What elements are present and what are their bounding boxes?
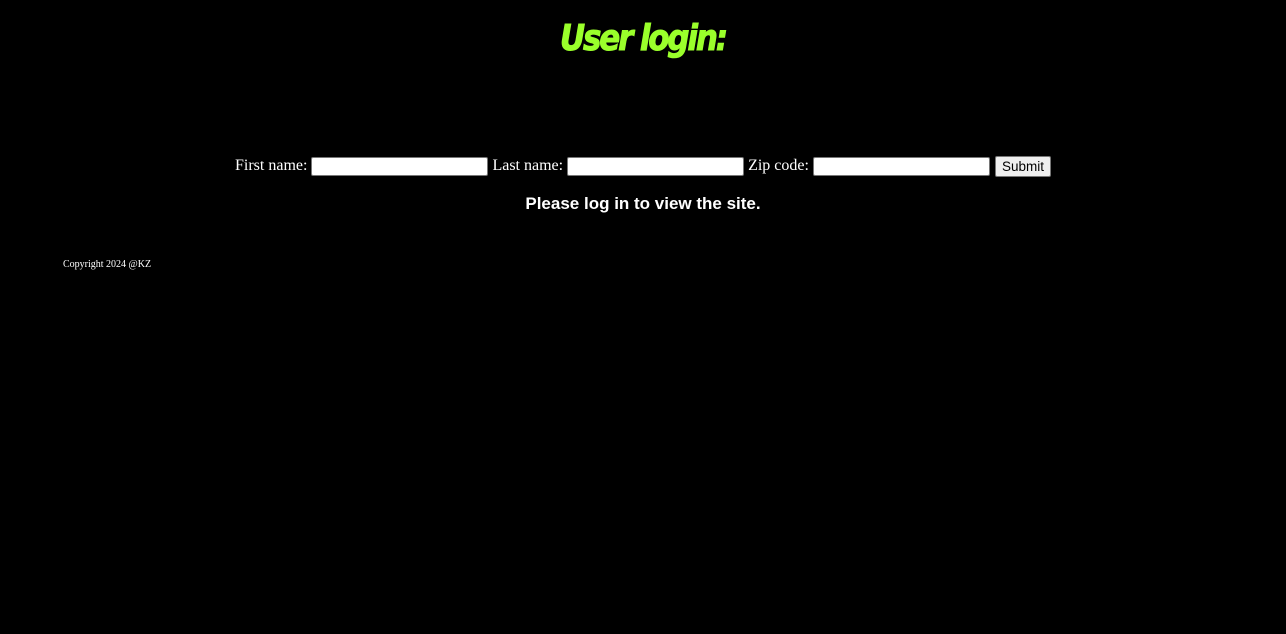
- submit-button[interactable]: Submit: [994, 155, 1051, 177]
- page-title: User login:: [559, 18, 729, 60]
- first-name-input[interactable]: [311, 156, 489, 176]
- last-name-label: Last name:: [492, 157, 564, 174]
- login-form: First name: Last name: Zip code: Submit: [0, 154, 1286, 178]
- zip-code-label: Zip code:: [748, 157, 809, 174]
- last-name-input[interactable]: [567, 156, 745, 176]
- zip-code-input[interactable]: [812, 156, 990, 176]
- login-message: Please log in to view the site.: [525, 194, 761, 213]
- first-name-label: First name:: [235, 157, 308, 174]
- copyright-text: Copyright 2024 @KZ: [63, 259, 152, 270]
